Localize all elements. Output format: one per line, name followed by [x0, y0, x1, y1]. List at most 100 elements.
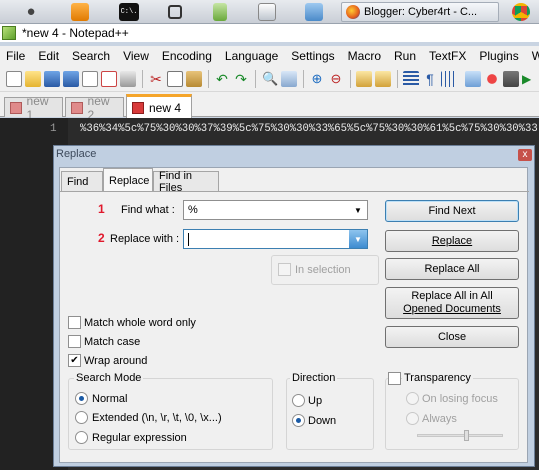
replace-button[interactable]: Replace [385, 230, 519, 252]
replace-all-button[interactable]: Replace All [385, 258, 519, 280]
menu-language[interactable]: Language [219, 49, 285, 63]
find-what-combo[interactable]: % ▼ [183, 200, 368, 220]
tool-icon[interactable] [168, 5, 182, 19]
match-case-checkbox[interactable] [68, 335, 81, 348]
transparency-slider-track[interactable] [417, 434, 503, 437]
open-file-icon[interactable] [25, 71, 41, 87]
highlight-icon[interactable] [465, 71, 481, 87]
tab-new-2[interactable]: new 2 [65, 94, 124, 122]
new-file-icon[interactable] [6, 71, 22, 87]
save-icon[interactable] [44, 71, 60, 87]
search-mode-regex-label: Regular expression [92, 432, 187, 444]
tab-find[interactable]: Find [61, 171, 103, 191]
tab-new-4[interactable]: new 4 [126, 94, 192, 118]
word-wrap-icon[interactable] [403, 71, 419, 87]
search-mode-extended-radio[interactable] [75, 411, 88, 424]
tab-find-in-files[interactable]: Find in Files [153, 170, 219, 194]
menu-file[interactable]: File [0, 49, 32, 63]
zoom-out-icon[interactable]: ⊖ [328, 71, 344, 87]
tab-divider [60, 191, 529, 192]
close-file-icon[interactable] [82, 71, 98, 87]
transparency-slider-thumb[interactable] [464, 430, 469, 441]
search-mode-normal-radio[interactable] [75, 392, 88, 405]
media-player-icon[interactable] [71, 3, 89, 21]
replace-label: Replace [431, 235, 473, 247]
sync-vertical-icon[interactable] [356, 71, 372, 87]
transparency-checkbox[interactable] [388, 372, 401, 385]
close-button[interactable]: Close [385, 326, 519, 348]
save-all-icon[interactable] [63, 71, 79, 87]
macro-play-icon[interactable]: ▶ [522, 71, 538, 87]
chevron-down-icon[interactable]: ▼ [349, 201, 367, 219]
chevron-down-icon[interactable]: ▼ [349, 230, 367, 248]
menu-run[interactable]: Run [388, 49, 423, 63]
menu-macro[interactable]: Macro [342, 49, 388, 63]
copy-icon[interactable] [167, 71, 183, 87]
in-selection-checkbox[interactable] [278, 263, 291, 276]
tab-replace[interactable]: Replace [103, 168, 153, 192]
redo-icon[interactable]: ↷ [233, 71, 249, 87]
menu-textfx[interactable]: TextFX [423, 49, 473, 63]
tab-label: new 4 [149, 100, 182, 115]
menu-window[interactable]: Wind [526, 49, 539, 63]
notepad-taskbar-icon[interactable] [213, 3, 227, 21]
indent-guide-icon[interactable] [441, 71, 457, 87]
firefox-icon [346, 5, 360, 19]
sync-horizontal-icon[interactable] [375, 71, 391, 87]
unsaved-icon [132, 101, 144, 114]
search-mode-regex-radio[interactable] [75, 431, 88, 444]
show-all-chars-icon[interactable]: ¶ [422, 71, 438, 87]
taskbar: ● C:\. Blogger: Cyber4rt - C... [0, 0, 539, 24]
wrap-around-checkbox[interactable]: ✔ [68, 354, 81, 367]
replace-all-label: Replace All [424, 263, 480, 275]
explorer-taskbar-icon[interactable] [305, 3, 323, 21]
cut-icon[interactable]: ✂ [148, 71, 164, 87]
find-icon[interactable]: 🔍 [262, 71, 278, 87]
on-losing-focus-radio[interactable] [406, 392, 419, 405]
window-taskbar-icon[interactable] [258, 3, 276, 21]
step-marker-1: 1 [98, 202, 105, 216]
replace-with-combo[interactable]: ▼ [183, 229, 368, 249]
toolbar-separator [303, 70, 304, 88]
match-whole-word-checkbox[interactable] [68, 316, 81, 329]
menu-search[interactable]: Search [66, 49, 117, 63]
dialog-title: Replace [56, 148, 97, 160]
unsaved-icon [71, 101, 83, 114]
macro-record-icon[interactable] [484, 71, 500, 87]
firefox-taskbar-button[interactable]: Blogger: Cyber4rt - C... [341, 2, 499, 22]
direction-down-radio[interactable] [292, 414, 305, 427]
chrome-icon[interactable] [512, 3, 530, 21]
menu-edit[interactable]: Edit [32, 49, 66, 63]
macro-stop-icon[interactable] [503, 71, 519, 87]
tab-replace-label: Replace [109, 174, 150, 187]
tab-new-1[interactable]: new 1 [4, 94, 63, 122]
firefox-taskbar-title: Blogger: Cyber4rt - C... [364, 6, 478, 18]
search-mode-normal-label: Normal [92, 393, 128, 405]
close-all-icon[interactable] [101, 71, 117, 87]
print-icon[interactable] [120, 71, 136, 87]
search-mode-extended-label: Extended (\n, \r, \t, \0, \x...) [92, 412, 222, 424]
cmd-icon[interactable]: C:\. [119, 3, 139, 21]
replace-icon[interactable] [281, 71, 297, 87]
menu-encoding[interactable]: Encoding [156, 49, 219, 63]
undo-icon[interactable]: ↶ [214, 71, 230, 87]
tab-find-label: Find [67, 175, 89, 188]
menu-settings[interactable]: Settings [285, 49, 341, 63]
menu-bar: File Edit Search View Encoding Language … [0, 46, 539, 66]
text-caret [188, 232, 189, 246]
notepad-plus-plus-icon [2, 26, 16, 40]
zoom-in-icon[interactable]: ⊕ [309, 71, 325, 87]
document-tab-bar: new 1 new 2 new 4 [0, 92, 539, 122]
find-next-button[interactable]: Find Next [385, 200, 519, 222]
direction-title: Direction [290, 372, 338, 384]
apple-icon[interactable]: ● [22, 3, 40, 21]
menu-plugins[interactable]: Plugins [473, 49, 525, 63]
direction-up-radio[interactable] [292, 394, 305, 407]
replace-all-opened-docs-button[interactable]: Replace All in All Opened Documents [385, 287, 519, 319]
replace-dialog: Replace x Find Replace Find in Files 1 F… [53, 145, 535, 467]
always-radio[interactable] [406, 412, 419, 425]
dialog-close-icon[interactable]: x [518, 149, 532, 161]
paste-icon[interactable] [186, 71, 202, 87]
menu-view[interactable]: View [117, 49, 156, 63]
editor-text: %36%34%5c%75%30%30%37%39%5c%75%30%30%33%… [80, 123, 538, 135]
